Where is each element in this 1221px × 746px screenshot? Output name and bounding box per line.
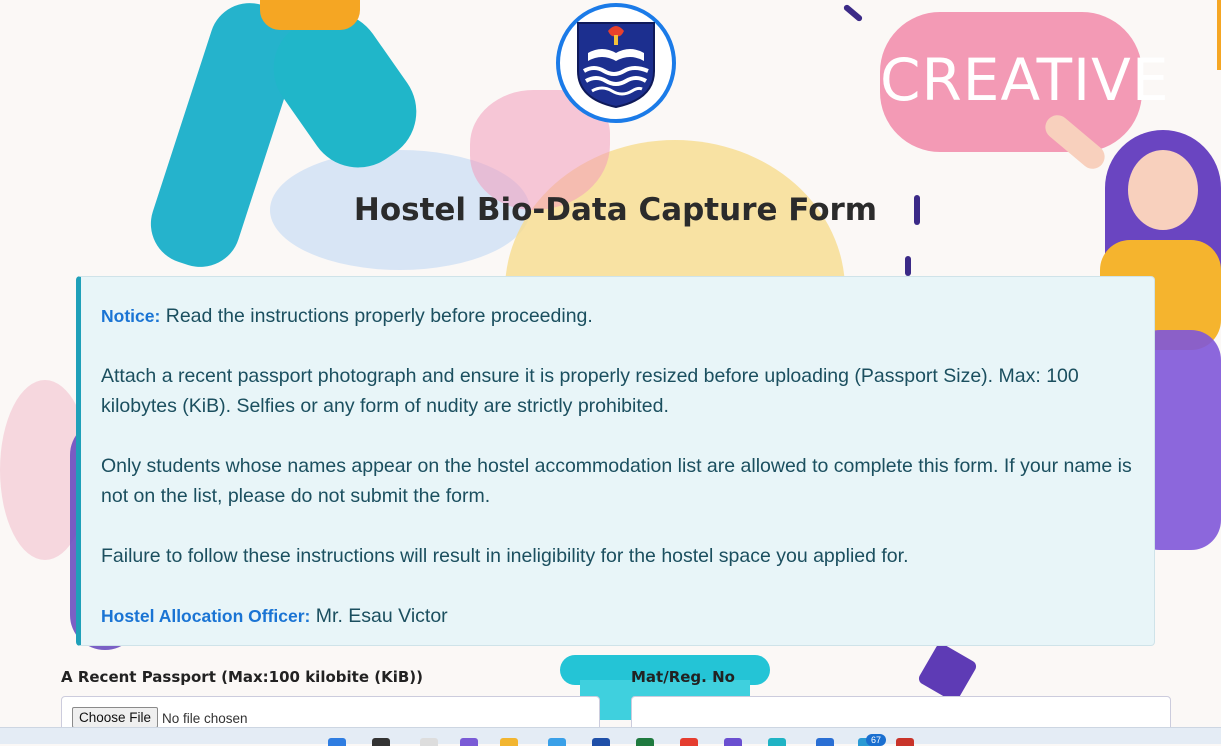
- notice-alert: Notice: Read the instructions properly b…: [76, 276, 1155, 646]
- choose-file-button[interactable]: Choose File: [72, 707, 159, 728]
- notice-failure-warning: Failure to follow these instructions wil…: [101, 545, 909, 567]
- app3-icon[interactable]: [816, 738, 834, 746]
- officer-label: Hostel Allocation Officer:: [101, 606, 311, 626]
- notice-label: Notice:: [101, 306, 161, 326]
- notice-heading: Notice: Read the instructions properly b…: [101, 301, 1134, 331]
- edge-icon[interactable]: [768, 738, 786, 746]
- notice-heading-text: Read the instructions properly before pr…: [160, 305, 593, 327]
- task-view-icon[interactable]: [420, 738, 438, 746]
- notification-badge: 67: [866, 734, 886, 746]
- word-icon[interactable]: [592, 738, 610, 746]
- file-status-text: No file chosen: [162, 711, 248, 726]
- app4-icon[interactable]: [896, 738, 914, 746]
- app2-icon[interactable]: [724, 738, 742, 746]
- store-icon[interactable]: [548, 738, 566, 746]
- folder-icon[interactable]: [500, 738, 518, 746]
- excel-icon[interactable]: [636, 738, 654, 746]
- institution-logo: [556, 3, 676, 123]
- windows-start-icon[interactable]: [328, 738, 346, 746]
- notice-passport-instructions: Attach a recent passport photograph and …: [101, 365, 1079, 417]
- os-taskbar: 67: [0, 727, 1221, 746]
- page-title: Hostel Bio-Data Capture Form: [353, 192, 878, 228]
- crest-icon: [577, 22, 655, 109]
- app-icon[interactable]: [460, 738, 478, 746]
- search-icon[interactable]: [372, 738, 390, 746]
- passport-label: A Recent Passport (Max:100 kilobite (KiB…: [61, 668, 423, 686]
- officer-name: Mr. Esau Victor: [310, 605, 448, 627]
- matno-label: Mat/Reg. No: [631, 668, 735, 686]
- chrome-icon[interactable]: [680, 738, 698, 746]
- notice-officer: Hostel Allocation Officer: Mr. Esau Vict…: [101, 601, 1134, 631]
- notice-eligibility-instructions: Only students whose names appear on the …: [101, 455, 1132, 507]
- creative-sign: CREATIVE: [880, 12, 1168, 152]
